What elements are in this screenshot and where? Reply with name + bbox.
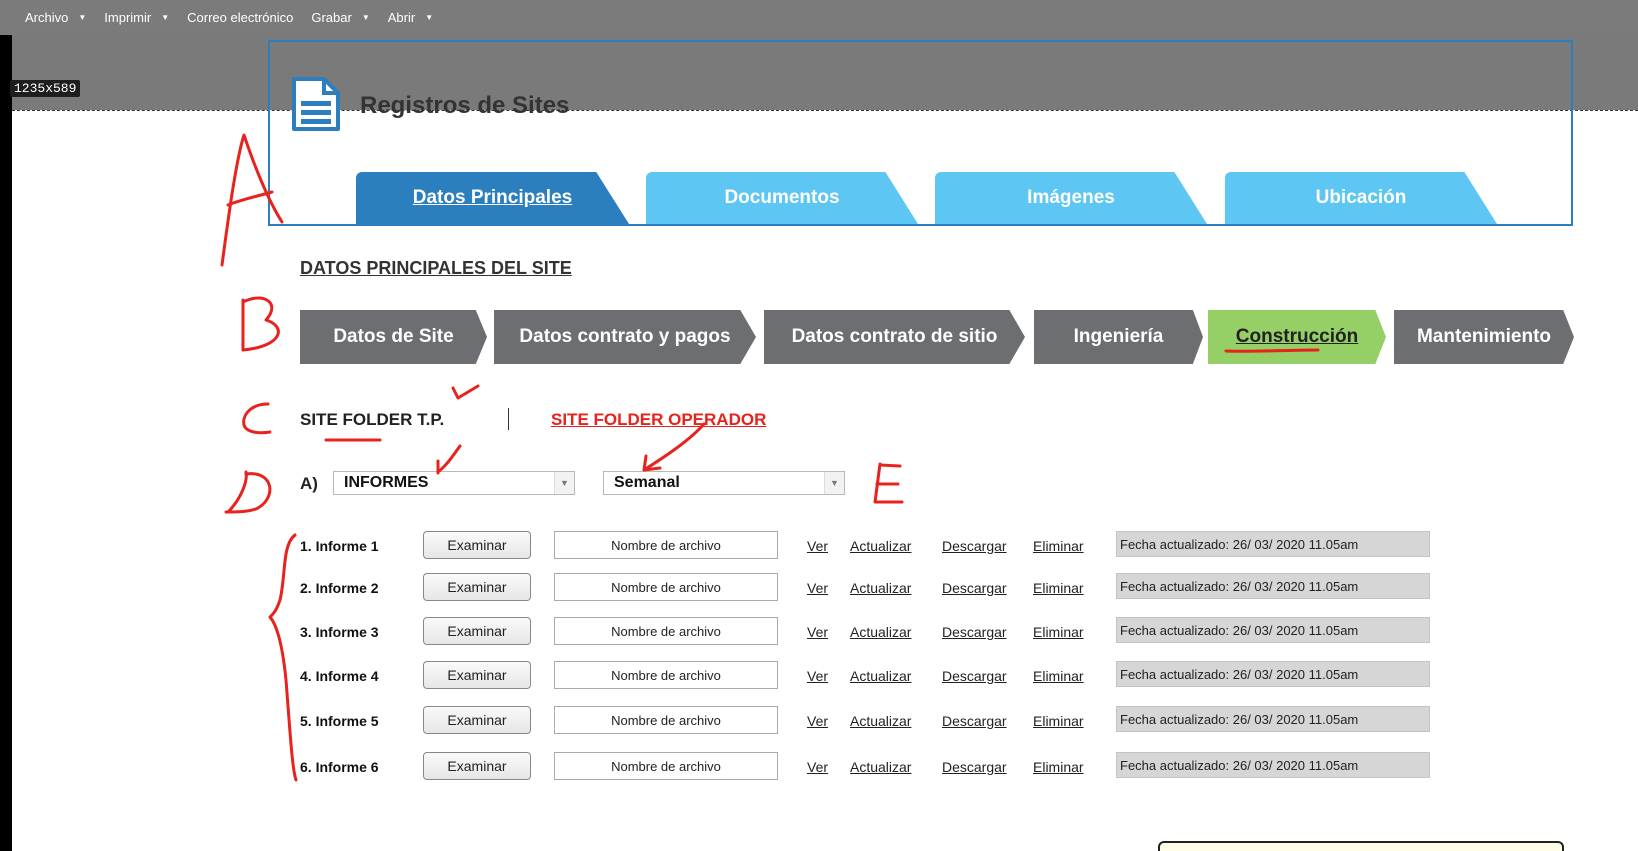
eliminar-link[interactable]: Eliminar [1033,538,1084,554]
ver-link[interactable]: Ver [807,759,828,775]
examinar-button[interactable]: Examinar [423,573,531,601]
period-select[interactable]: Semanal ▼ [603,471,845,495]
file-name-field[interactable]: Nombre de archivo [554,661,778,689]
tab-datos-principales[interactable]: Datos Principales [356,172,629,224]
file-name-field[interactable]: Nombre de archivo [554,531,778,559]
actualizar-link[interactable]: Actualizar [850,713,911,729]
capture-left-edge [0,35,12,851]
actualizar-link[interactable]: Actualizar [850,759,911,775]
examinar-button[interactable]: Examinar [423,617,531,645]
tab-documentos[interactable]: Documentos [646,172,918,224]
capture-size-badge: 1235x589 [10,80,81,97]
descargar-link[interactable]: Descargar [942,538,1007,554]
actualizar-link[interactable]: Actualizar [850,538,911,554]
note-box [1158,841,1564,851]
step-ingenieria[interactable]: Ingeniería [1034,310,1203,364]
document-icon [292,77,340,131]
site-folder-operador-link[interactable]: SITE FOLDER OPERADOR [551,410,766,430]
informe-row: 3. Informe 3 Examinar Nombre de archivo … [300,617,1440,647]
actualizar-link[interactable]: Actualizar [850,624,911,640]
eliminar-link[interactable]: Eliminar [1033,580,1084,596]
chevron-down-icon: ▼ [554,472,574,494]
section-title: DATOS PRINCIPALES DEL SITE [300,258,572,278]
informe-row: 6. Informe 6 Examinar Nombre de archivo … [300,752,1440,782]
examinar-button[interactable]: Examinar [423,531,531,559]
eliminar-link[interactable]: Eliminar [1033,713,1084,729]
menu-correo[interactable]: Correo electrónico [187,10,293,25]
descargar-link[interactable]: Descargar [942,713,1007,729]
chevron-down-icon: ▼ [78,13,87,22]
fecha-actualizado-field: Fecha actualizado: 26/ 03/ 2020 11.05am [1116,706,1430,732]
tab-ubicacion[interactable]: Ubicación [1225,172,1497,224]
descargar-link[interactable]: Descargar [942,624,1007,640]
examinar-button[interactable]: Examinar [423,706,531,734]
informe-label: 4. Informe 4 [300,668,379,684]
ver-link[interactable]: Ver [807,538,828,554]
page-title: Registros de Sites [360,92,570,119]
informe-label: 5. Informe 5 [300,713,379,729]
step-datos-contrato-sitio[interactable]: Datos contrato de sitio [764,310,1025,364]
informe-row: 1. Informe 1 Examinar Nombre de archivo … [300,531,1440,561]
file-name-field[interactable]: Nombre de archivo [554,706,778,734]
file-name-field[interactable]: Nombre de archivo [554,617,778,645]
actualizar-link[interactable]: Actualizar [850,668,911,684]
descargar-link[interactable]: Descargar [942,759,1007,775]
step-datos-contrato-pagos[interactable]: Datos contrato y pagos [494,310,756,364]
actualizar-link[interactable]: Actualizar [850,580,911,596]
report-type-select[interactable]: INFORMES ▼ [333,471,575,495]
examinar-button[interactable]: Examinar [423,661,531,689]
fecha-actualizado-field: Fecha actualizado: 26/ 03/ 2020 11.05am [1116,573,1430,599]
descargar-link[interactable]: Descargar [942,668,1007,684]
ver-link[interactable]: Ver [807,668,828,684]
ver-link[interactable]: Ver [807,713,828,729]
file-name-field[interactable]: Nombre de archivo [554,752,778,780]
fecha-actualizado-field: Fecha actualizado: 26/ 03/ 2020 11.05am [1116,752,1430,778]
site-folder-tp-tab[interactable]: SITE FOLDER T.P. [300,410,444,430]
fecha-actualizado-field: Fecha actualizado: 26/ 03/ 2020 11.05am [1116,661,1430,687]
menu-abrir[interactable]: Abrir ▼ [388,10,433,25]
informe-label: 3. Informe 3 [300,624,379,640]
menu-grabar[interactable]: Grabar ▼ [311,10,369,25]
file-name-field[interactable]: Nombre de archivo [554,573,778,601]
informe-row: 5. Informe 5 Examinar Nombre de archivo … [300,706,1440,736]
examinar-button[interactable]: Examinar [423,752,531,780]
informe-label: 2. Informe 2 [300,580,379,596]
app-toolbar: Archivo ▼ Imprimir ▼ Correo electrónico Gr… [0,0,1638,35]
descargar-link[interactable]: Descargar [942,580,1007,596]
eliminar-link[interactable]: Eliminar [1033,668,1084,684]
chevron-down-icon: ▼ [361,13,370,22]
tab-imagenes[interactable]: Imágenes [935,172,1207,224]
informe-row: 4. Informe 4 Examinar Nombre de archivo … [300,661,1440,691]
menu-archivo[interactable]: Archivo ▼ [25,10,86,25]
informe-label: 6. Informe 6 [300,759,379,775]
ver-link[interactable]: Ver [807,624,828,640]
filter-prefix-label: A) [300,474,318,493]
fecha-actualizado-field: Fecha actualizado: 26/ 03/ 2020 11.05am [1116,617,1430,643]
informe-row: 2. Informe 2 Examinar Nombre de archivo … [300,573,1440,603]
fecha-actualizado-field: Fecha actualizado: 26/ 03/ 2020 11.05am [1116,531,1430,557]
eliminar-link[interactable]: Eliminar [1033,759,1084,775]
chevron-down-icon: ▼ [161,13,170,22]
step-mantenimiento[interactable]: Mantenimiento [1394,310,1574,364]
ver-link[interactable]: Ver [807,580,828,596]
menu-imprimir[interactable]: Imprimir ▼ [104,10,169,25]
chevron-down-icon: ▼ [425,13,434,22]
eliminar-link[interactable]: Eliminar [1033,624,1084,640]
step-construccion[interactable]: Construcción [1208,310,1386,364]
step-datos-de-site[interactable]: Datos de Site [300,310,487,364]
divider [508,408,509,430]
informe-label: 1. Informe 1 [300,538,379,554]
chevron-down-icon: ▼ [824,472,844,494]
